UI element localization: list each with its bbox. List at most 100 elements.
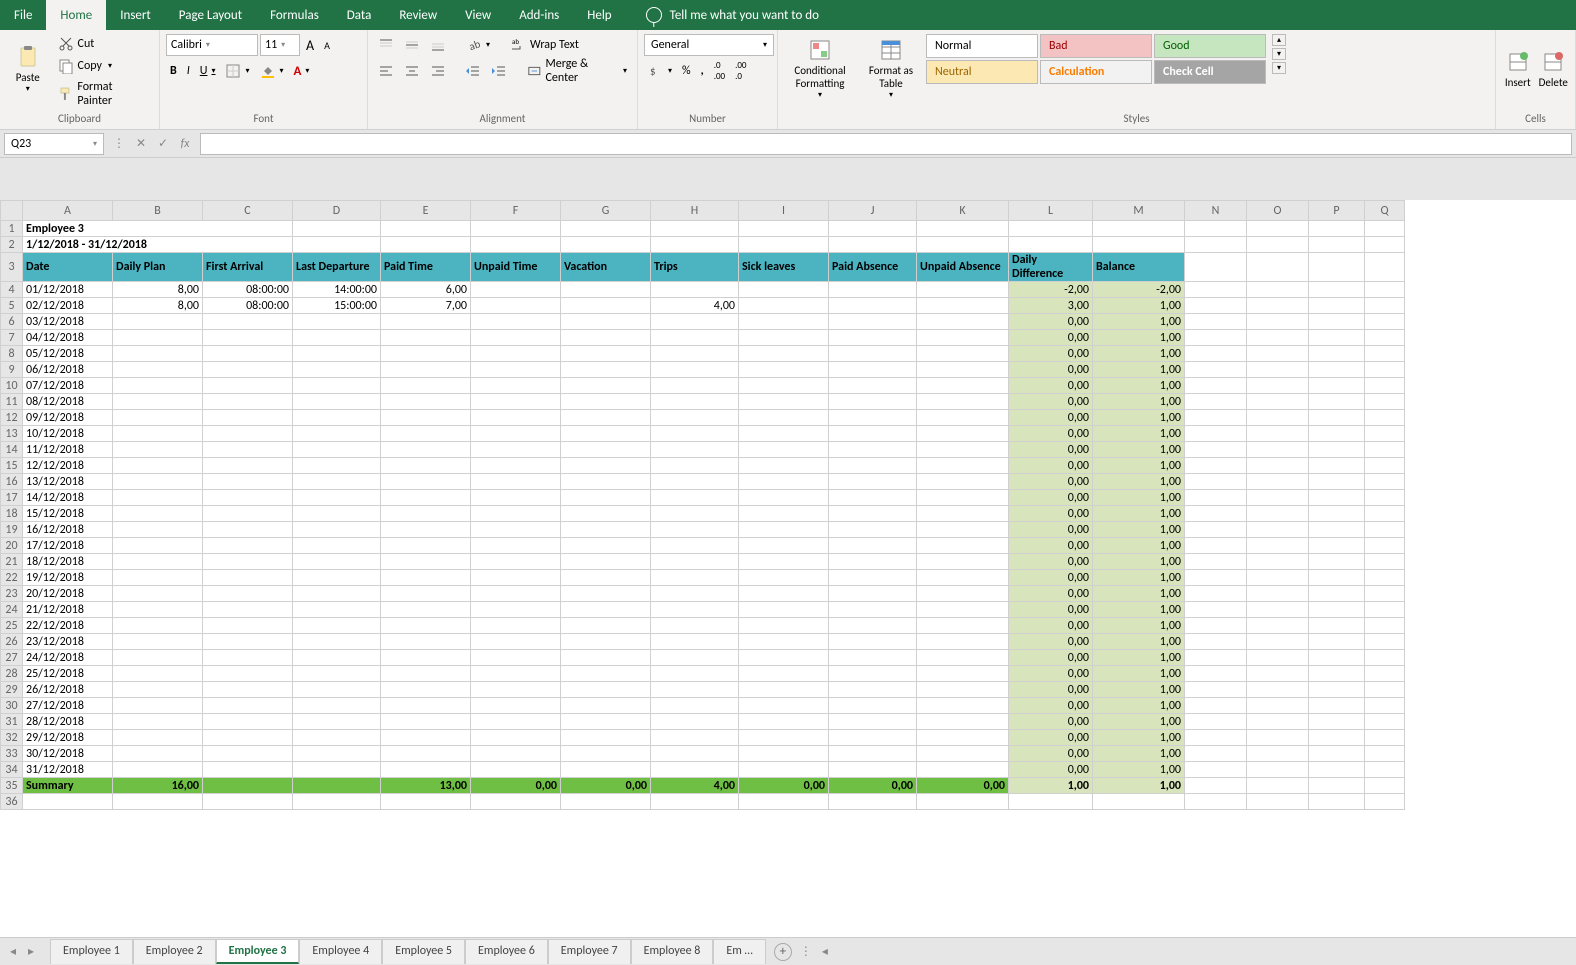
- cell[interactable]: [829, 746, 917, 762]
- cell[interactable]: [1309, 378, 1365, 394]
- cell[interactable]: [1365, 746, 1405, 762]
- cell[interactable]: [381, 410, 471, 426]
- cell[interactable]: [1247, 474, 1309, 490]
- row-header[interactable]: 19: [1, 522, 23, 538]
- name-box[interactable]: Q23▾: [4, 133, 104, 155]
- cell[interactable]: [381, 586, 471, 602]
- row-header[interactable]: 27: [1, 650, 23, 666]
- cell[interactable]: [471, 298, 561, 314]
- cell[interactable]: [293, 330, 381, 346]
- table-header-cell[interactable]: Trips: [651, 253, 739, 282]
- cell[interactable]: [471, 714, 561, 730]
- cell[interactable]: [381, 394, 471, 410]
- cell[interactable]: [739, 237, 829, 253]
- row-header[interactable]: 22: [1, 570, 23, 586]
- cell[interactable]: 1,00: [1093, 762, 1185, 778]
- cell[interactable]: [1309, 474, 1365, 490]
- cell[interactable]: 23/12/2018: [23, 634, 113, 650]
- cell[interactable]: 1,00: [1093, 730, 1185, 746]
- cell[interactable]: 8,00: [113, 298, 203, 314]
- cell[interactable]: [917, 618, 1009, 634]
- cell[interactable]: [1247, 314, 1309, 330]
- row-header[interactable]: 34: [1, 762, 23, 778]
- cell[interactable]: [113, 490, 203, 506]
- cell[interactable]: [471, 442, 561, 458]
- row-header[interactable]: 21: [1, 554, 23, 570]
- cell[interactable]: [561, 586, 651, 602]
- menubar-item-view[interactable]: View: [451, 0, 505, 30]
- row-header[interactable]: 24: [1, 602, 23, 618]
- cell[interactable]: [1309, 394, 1365, 410]
- cell[interactable]: 0,00: [1009, 394, 1093, 410]
- cell[interactable]: [829, 730, 917, 746]
- cell[interactable]: 13,00: [381, 778, 471, 794]
- cell[interactable]: [293, 554, 381, 570]
- cell[interactable]: [1365, 346, 1405, 362]
- cell[interactable]: [739, 698, 829, 714]
- cell[interactable]: [293, 346, 381, 362]
- cell[interactable]: [1365, 602, 1405, 618]
- decrease-indent-button[interactable]: [461, 61, 485, 81]
- cell[interactable]: [917, 221, 1009, 237]
- cell[interactable]: [471, 762, 561, 778]
- sheet-tab[interactable]: Employee 1: [50, 939, 133, 964]
- cell[interactable]: [113, 346, 203, 362]
- cell[interactable]: 15:00:00: [293, 298, 381, 314]
- cell[interactable]: [203, 410, 293, 426]
- enter-formula-button[interactable]: ✓: [154, 135, 172, 153]
- cell[interactable]: [1365, 554, 1405, 570]
- cell[interactable]: [1365, 682, 1405, 698]
- row-header[interactable]: 18: [1, 506, 23, 522]
- delete-cells-button[interactable]: Delete: [1538, 34, 1570, 104]
- cell[interactable]: [1185, 298, 1247, 314]
- cell[interactable]: [1247, 522, 1309, 538]
- cell[interactable]: [1365, 730, 1405, 746]
- cell[interactable]: [829, 458, 917, 474]
- cell[interactable]: 1,00: [1093, 426, 1185, 442]
- font-color-button[interactable]: A▾: [290, 62, 314, 81]
- cell[interactable]: -2,00: [1009, 282, 1093, 298]
- cell[interactable]: [381, 221, 471, 237]
- cell[interactable]: [1365, 570, 1405, 586]
- cell[interactable]: [739, 746, 829, 762]
- cell[interactable]: [1365, 794, 1405, 810]
- cell[interactable]: [203, 554, 293, 570]
- cell[interactable]: 0,00: [1009, 442, 1093, 458]
- cell[interactable]: [1247, 714, 1309, 730]
- cell[interactable]: [561, 426, 651, 442]
- cell[interactable]: [113, 394, 203, 410]
- cell[interactable]: [293, 714, 381, 730]
- column-header[interactable]: J: [829, 201, 917, 221]
- cell[interactable]: [471, 426, 561, 442]
- cell[interactable]: [561, 314, 651, 330]
- cell[interactable]: [113, 762, 203, 778]
- cell[interactable]: [739, 762, 829, 778]
- cell[interactable]: 30/12/2018: [23, 746, 113, 762]
- cell[interactable]: [1309, 490, 1365, 506]
- cell[interactable]: [381, 330, 471, 346]
- cell[interactable]: [1247, 362, 1309, 378]
- cell[interactable]: [113, 410, 203, 426]
- cell[interactable]: [651, 490, 739, 506]
- cell[interactable]: [1247, 490, 1309, 506]
- cell[interactable]: [917, 506, 1009, 522]
- row-header[interactable]: 20: [1, 538, 23, 554]
- style-calculation[interactable]: Calculation: [1040, 60, 1152, 84]
- cell[interactable]: [1309, 522, 1365, 538]
- cell[interactable]: [381, 746, 471, 762]
- cell[interactable]: [293, 730, 381, 746]
- table-header-cell[interactable]: Sick leaves: [739, 253, 829, 282]
- cell[interactable]: [1247, 666, 1309, 682]
- cell[interactable]: 0,00: [1009, 378, 1093, 394]
- cell[interactable]: 07/12/2018: [23, 378, 113, 394]
- cell[interactable]: [739, 474, 829, 490]
- row-header[interactable]: 25: [1, 618, 23, 634]
- cell[interactable]: [1185, 394, 1247, 410]
- cell[interactable]: 1,00: [1093, 362, 1185, 378]
- row-header[interactable]: 23: [1, 586, 23, 602]
- cell[interactable]: [917, 282, 1009, 298]
- cell[interactable]: [1309, 506, 1365, 522]
- insert-function-button[interactable]: fx: [176, 135, 194, 153]
- cell[interactable]: [651, 506, 739, 522]
- increase-indent-button[interactable]: [487, 61, 511, 81]
